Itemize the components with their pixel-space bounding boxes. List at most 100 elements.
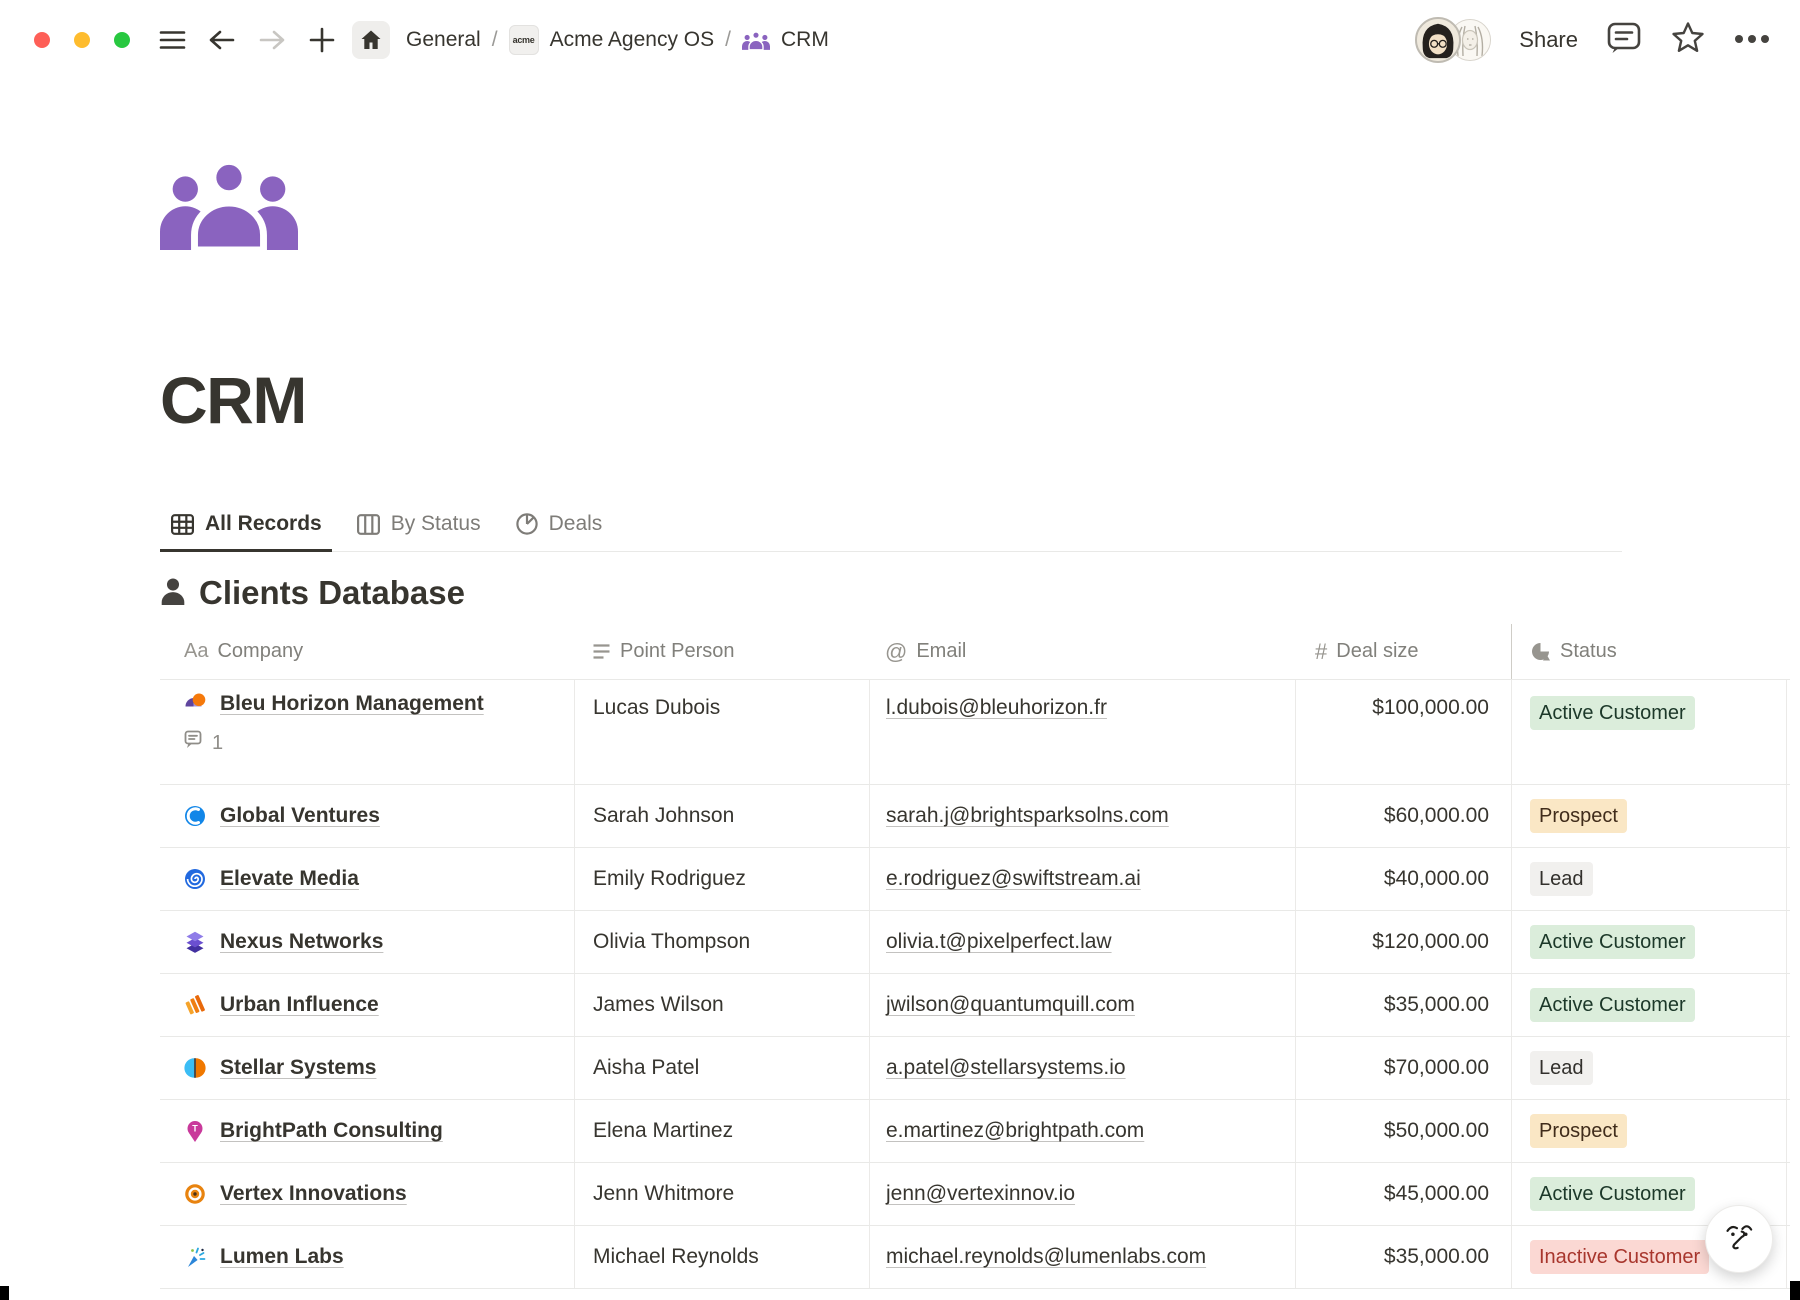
tab-all-records[interactable]: All Records <box>160 502 332 552</box>
company-cell[interactable]: Nexus Networks <box>160 911 574 973</box>
email-link[interactable]: jenn@vertexinnov.io <box>886 1182 1075 1206</box>
column-header-point-person[interactable]: Point Person <box>574 624 869 679</box>
close-window-button[interactable] <box>34 32 50 48</box>
email-link[interactable]: a.patel@stellarsystems.io <box>886 1056 1126 1080</box>
company-cell[interactable]: Urban Influence <box>160 974 574 1036</box>
email-cell[interactable]: e.martinez@brightpath.com <box>869 1100 1295 1162</box>
deal-size-cell[interactable]: $100,000.00 <box>1295 680 1511 784</box>
forward-button[interactable] <box>252 20 292 60</box>
point-person-cell[interactable]: Sarah Johnson <box>574 785 869 847</box>
deal-size-cell[interactable]: $70,000.00 <box>1295 1037 1511 1099</box>
point-person-cell[interactable]: Aisha Patel <box>574 1037 869 1099</box>
status-cell[interactable]: Active Customer <box>1511 974 1787 1036</box>
status-badge[interactable]: Active Customer <box>1530 988 1695 1022</box>
home-button[interactable] <box>352 21 390 59</box>
email-link[interactable]: l.dubois@bleuhorizon.fr <box>886 696 1107 720</box>
email-link[interactable]: olivia.t@pixelperfect.law <box>886 930 1112 954</box>
email-cell[interactable]: l.dubois@bleuhorizon.fr <box>869 680 1295 784</box>
company-page-link[interactable]: Bleu Horizon Management <box>220 692 484 716</box>
point-person-cell[interactable]: Lucas Dubois <box>574 680 869 784</box>
company-page-link[interactable]: Lumen Labs <box>220 1245 344 1269</box>
tab-by-status[interactable]: By Status <box>346 502 491 552</box>
status-badge[interactable]: Inactive Customer <box>1530 1240 1709 1274</box>
comments-button[interactable] <box>1606 21 1642 60</box>
avatar[interactable] <box>1415 17 1461 63</box>
deal-size-cell[interactable]: $45,000.00 <box>1295 1163 1511 1225</box>
back-button[interactable] <box>202 20 242 60</box>
collaborator-avatars[interactable] <box>1415 17 1491 63</box>
status-badge[interactable]: Lead <box>1530 862 1593 896</box>
database-title[interactable]: Clients Database <box>199 574 465 612</box>
company-cell[interactable]: Vertex Innovations <box>160 1163 574 1225</box>
status-badge[interactable]: Prospect <box>1530 799 1627 833</box>
email-cell[interactable]: sarah.j@brightsparksolns.com <box>869 785 1295 847</box>
company-page-link[interactable]: Stellar Systems <box>220 1056 376 1080</box>
email-link[interactable]: michael.reynolds@lumenlabs.com <box>886 1245 1206 1269</box>
email-cell[interactable]: michael.reynolds@lumenlabs.com <box>869 1226 1295 1288</box>
point-person-cell[interactable]: Jenn Whitmore <box>574 1163 869 1225</box>
company-cell[interactable]: TBrightPath Consulting <box>160 1100 574 1162</box>
point-person-cell[interactable]: Emily Rodriguez <box>574 848 869 910</box>
company-cell[interactable]: Stellar Systems <box>160 1037 574 1099</box>
status-cell[interactable]: Prospect <box>1511 785 1787 847</box>
breadcrumb-page[interactable]: CRM <box>781 28 829 52</box>
deal-size-cell[interactable]: $50,000.00 <box>1295 1100 1511 1162</box>
column-header-status[interactable]: Status <box>1511 624 1787 679</box>
people-group-icon[interactable] <box>160 158 298 250</box>
status-cell[interactable]: Lead <box>1511 1037 1787 1099</box>
email-link[interactable]: e.martinez@brightpath.com <box>886 1119 1144 1143</box>
status-cell[interactable]: Lead <box>1511 848 1787 910</box>
deal-size-cell[interactable]: $60,000.00 <box>1295 785 1511 847</box>
column-header-deal-size[interactable]: # Deal size <box>1295 624 1511 679</box>
more-options-button[interactable] <box>1734 31 1770 49</box>
point-person-cell[interactable]: Michael Reynolds <box>574 1226 869 1288</box>
favorite-star-icon[interactable] <box>1670 20 1706 60</box>
email-cell[interactable]: e.rodriguez@swiftstream.ai <box>869 848 1295 910</box>
company-page-link[interactable]: BrightPath Consulting <box>220 1119 443 1143</box>
status-badge[interactable]: Lead <box>1530 1051 1593 1085</box>
company-page-link[interactable]: Nexus Networks <box>220 930 383 954</box>
deal-size-cell[interactable]: $40,000.00 <box>1295 848 1511 910</box>
email-cell[interactable]: a.patel@stellarsystems.io <box>869 1037 1295 1099</box>
company-page-link[interactable]: Urban Influence <box>220 993 379 1017</box>
zoom-window-button[interactable] <box>114 32 130 48</box>
company-cell[interactable]: Bleu Horizon Management 1 <box>160 680 574 784</box>
new-tab-button[interactable] <box>302 20 342 60</box>
status-cell[interactable]: Prospect <box>1511 1100 1787 1162</box>
email-cell[interactable]: jenn@vertexinnov.io <box>869 1163 1295 1225</box>
status-cell[interactable]: Active Customer <box>1511 680 1787 784</box>
status-badge[interactable]: Active Customer <box>1530 1177 1695 1211</box>
comment-indicator[interactable]: 1 <box>184 730 484 757</box>
notion-ai-button[interactable] <box>1705 1205 1773 1273</box>
company-page-link[interactable]: Global Ventures <box>220 804 380 828</box>
deal-size-cell[interactable]: $35,000.00 <box>1295 1226 1511 1288</box>
email-cell[interactable]: jwilson@quantumquill.com <box>869 974 1295 1036</box>
status-badge[interactable]: Active Customer <box>1530 925 1695 959</box>
share-button[interactable]: Share <box>1519 27 1578 53</box>
email-cell[interactable]: olivia.t@pixelperfect.law <box>869 911 1295 973</box>
point-person-cell[interactable]: Elena Martinez <box>574 1100 869 1162</box>
sidebar-menu-button[interactable] <box>152 20 192 60</box>
column-header-company[interactable]: Aa Company <box>160 624 574 679</box>
status-cell[interactable]: Active Customer <box>1511 911 1787 973</box>
point-person-cell[interactable]: Olivia Thompson <box>574 911 869 973</box>
deal-size-cell[interactable]: $120,000.00 <box>1295 911 1511 973</box>
breadcrumb-general[interactable]: General <box>406 28 481 52</box>
minimize-window-button[interactable] <box>74 32 90 48</box>
company-cell[interactable]: Global Ventures <box>160 785 574 847</box>
status-badge[interactable]: Prospect <box>1530 1114 1627 1148</box>
page-title[interactable]: CRM <box>160 362 1790 438</box>
company-page-link[interactable]: Elevate Media <box>220 867 359 891</box>
company-cell[interactable]: Lumen Labs <box>160 1226 574 1288</box>
email-link[interactable]: e.rodriguez@swiftstream.ai <box>886 867 1141 891</box>
status-badge[interactable]: Active Customer <box>1530 696 1695 730</box>
company-cell[interactable]: Elevate Media <box>160 848 574 910</box>
tab-deals[interactable]: Deals <box>505 502 613 552</box>
company-page-link[interactable]: Vertex Innovations <box>220 1182 407 1206</box>
email-link[interactable]: sarah.j@brightsparksolns.com <box>886 804 1169 828</box>
point-person-cell[interactable]: James Wilson <box>574 974 869 1036</box>
breadcrumb-workspace[interactable]: Acme Agency OS <box>550 28 715 52</box>
email-link[interactable]: jwilson@quantumquill.com <box>886 993 1135 1017</box>
deal-size-cell[interactable]: $35,000.00 <box>1295 974 1511 1036</box>
column-header-email[interactable]: @ Email <box>869 624 1295 679</box>
